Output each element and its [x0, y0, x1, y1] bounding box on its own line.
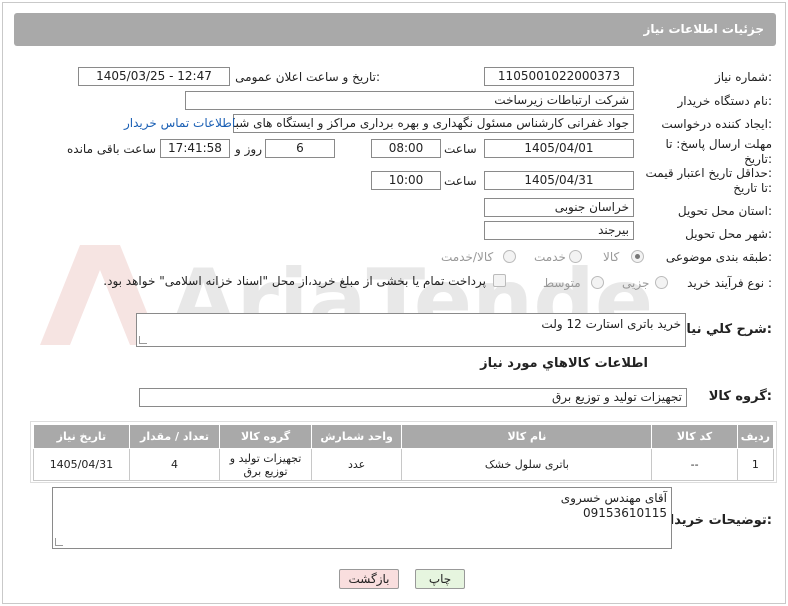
cell-name: باتری سلول خشک: [401, 448, 653, 481]
city-field: بیرجند: [484, 221, 634, 240]
province-field: خراسان جنوبی: [484, 198, 634, 217]
buyer-notes-line-2: 09153610115: [583, 506, 667, 520]
announce-field: 1405/03/25 - 12:47: [78, 67, 230, 86]
city-label: شهر محل تحویل:: [685, 227, 772, 241]
col-header-group: گروه کالا: [219, 424, 312, 449]
col-header-name: نام کالا: [401, 424, 653, 449]
buyer-notes-label: توضیحات خریدار:: [662, 513, 772, 528]
goods-section-title: اطلاعات کالاهاي مورد نياز: [480, 356, 648, 371]
print-button[interactable]: چاپ: [415, 569, 465, 589]
validity-time-label: ساعت: [444, 174, 477, 188]
cell-need-date: 1405/04/31: [33, 448, 130, 481]
days-field: 6: [265, 139, 335, 158]
creator-field: جواد غفرانی کارشناس مسئول نگهداری و بهره…: [233, 114, 634, 133]
cell-code: --: [651, 448, 738, 481]
province-label: استان محل تحویل:: [677, 204, 772, 218]
col-header-row-number: رديف: [736, 424, 775, 449]
cell-unit: عدد: [310, 448, 403, 481]
need-number-label: شماره نیاز:: [714, 70, 772, 84]
buyer-org-label: نام دستگاه خریدار:: [677, 94, 773, 108]
category-option-service: خدمت: [534, 250, 566, 264]
creator-label: ایجاد کننده درخواست:: [661, 117, 772, 131]
remaining-label: ساعت باقی مانده: [67, 142, 157, 156]
page-header: جزئیات اطلاعات نیاز: [14, 13, 776, 46]
deadline-time-label: ساعت: [444, 142, 477, 156]
treasury-payment-note: پرداخت تمام یا بخشی از مبلغ خرید،از محل …: [103, 274, 486, 288]
process-option-minor: جزیی: [622, 276, 650, 290]
deadline-label-2: تاریخ:: [744, 152, 772, 166]
goods-group-label: گروه کالا:: [708, 389, 772, 404]
cell-group: تجهیزات تولید و توزیع برق: [219, 448, 312, 481]
description-text: خرید باتری استارت 12 ولت: [541, 317, 681, 331]
validity-label-2: تا تاریخ:: [733, 181, 772, 195]
category-option-goods: کالا: [603, 250, 620, 264]
goods-group-field: تجهیزات تولید و توزیع برق: [139, 388, 687, 407]
buyer-notes-line-1: آقای مهندس خسروی: [560, 491, 667, 505]
category-radio-goods[interactable]: [631, 250, 644, 263]
description-label: شرح کلي نياز:: [678, 322, 772, 337]
col-header-quantity: تعداد / مقدار: [128, 424, 221, 449]
validity-date-field: 1405/04/31: [484, 171, 634, 190]
deadline-time-field: 08:00: [371, 139, 441, 158]
need-number-field: 1105001022000373: [484, 67, 634, 86]
resize-handle-icon[interactable]: [55, 538, 63, 546]
cell-quantity: 4: [128, 448, 221, 481]
remaining-time-field: 17:41:58: [160, 139, 230, 158]
back-button[interactable]: بازگشت: [339, 569, 399, 589]
cell-row-number: 1: [736, 448, 775, 481]
page-title: جزئیات اطلاعات نیاز: [643, 22, 764, 36]
process-radio-minor[interactable]: [655, 276, 668, 289]
col-header-code: کد کالا: [651, 424, 738, 449]
category-label: طبقه بندی موضوعی:: [665, 250, 772, 264]
deadline-label-1: مهلت ارسال پاسخ: تا: [665, 137, 772, 151]
table-header-row: رديف کد کالا نام کالا واحد شمارش گروه کا…: [33, 424, 775, 449]
process-label: نوع فرآیند خرید :: [687, 276, 772, 290]
goods-table: رديف کد کالا نام کالا واحد شمارش گروه کا…: [33, 424, 775, 481]
validity-label-1: حداقل تاریخ اعتبار قیمت:: [645, 166, 772, 180]
col-header-unit: واحد شمارش: [310, 424, 403, 449]
process-radio-medium[interactable]: [591, 276, 604, 289]
category-radio-goods-service[interactable]: [503, 250, 516, 263]
buyer-notes-textarea[interactable]: آقای مهندس خسروی 09153610115: [52, 487, 672, 549]
process-option-medium: متوسط: [543, 276, 581, 290]
validity-time-field: 10:00: [371, 171, 441, 190]
treasury-payment-checkbox[interactable]: [493, 274, 506, 287]
category-radio-service[interactable]: [569, 250, 582, 263]
contact-info-link[interactable]: اطلاعات تماس خریدار: [124, 116, 235, 130]
description-textarea[interactable]: خرید باتری استارت 12 ولت: [136, 313, 686, 347]
days-label: روز و: [235, 142, 262, 156]
buyer-org-field: شرکت ارتباطات زیرساخت: [185, 91, 634, 110]
category-option-goods-service: کالا/خدمت: [441, 250, 494, 264]
announce-label: تاریخ و ساعت اعلان عمومی:: [235, 70, 380, 84]
resize-handle-icon[interactable]: [139, 336, 147, 344]
col-header-need-date: تاريخ نياز: [33, 424, 130, 449]
table-row: 1 -- باتری سلول خشک عدد تجهیزات تولید و …: [33, 448, 775, 481]
deadline-date-field: 1405/04/01: [484, 139, 634, 158]
